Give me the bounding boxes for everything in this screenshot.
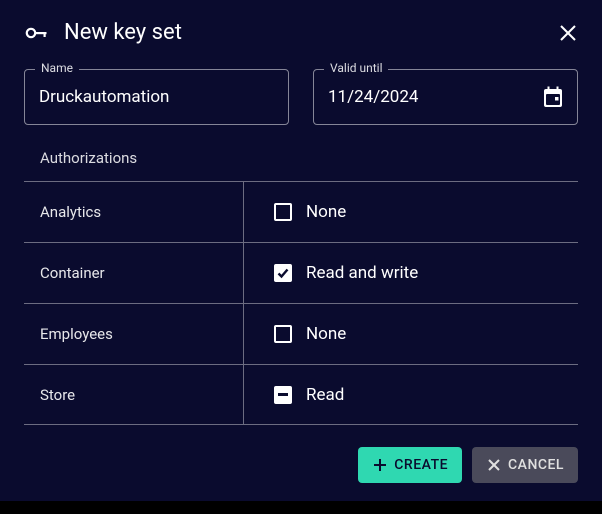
- authorizations-table: Analytics None Container Read and write …: [24, 181, 578, 425]
- permission-cell[interactable]: None: [244, 304, 578, 364]
- cancel-button-label: CANCEL: [508, 457, 564, 473]
- name-field[interactable]: [39, 87, 274, 107]
- table-row: Analytics None: [24, 181, 578, 242]
- permission-cell[interactable]: None: [244, 182, 578, 242]
- checkbox-unchecked-icon[interactable]: [274, 325, 292, 343]
- table-row: Container Read and write: [24, 242, 578, 303]
- valid-until-field-wrapper: Valid until: [313, 69, 578, 125]
- authorizations-heading: Authorizations: [0, 149, 602, 167]
- permission-label: None: [306, 324, 346, 344]
- permission-label: None: [306, 202, 346, 222]
- calendar-icon[interactable]: [543, 86, 563, 108]
- valid-until-field[interactable]: [328, 87, 543, 107]
- dialog-footer: CREATE CANCEL: [0, 425, 602, 501]
- fields-row: Name Valid until: [0, 61, 602, 149]
- name-field-label: Name: [35, 61, 79, 75]
- resource-label: Container: [24, 243, 244, 303]
- resource-label: Analytics: [24, 182, 244, 242]
- resource-label: Store: [24, 365, 244, 424]
- permission-label: Read: [306, 385, 344, 405]
- close-icon: [486, 457, 502, 473]
- checkbox-checked-icon[interactable]: [274, 264, 292, 282]
- valid-until-field-label: Valid until: [324, 61, 388, 75]
- create-button[interactable]: CREATE: [358, 447, 462, 483]
- permission-cell[interactable]: Read and write: [244, 243, 578, 303]
- checkbox-unchecked-icon[interactable]: [274, 203, 292, 221]
- table-row: Store Read: [24, 364, 578, 425]
- checkbox-indeterminate-icon[interactable]: [274, 386, 292, 404]
- close-icon[interactable]: [558, 23, 578, 43]
- name-field-wrapper: Name: [24, 69, 289, 125]
- cancel-button[interactable]: CANCEL: [472, 447, 578, 483]
- dialog-title: New key set: [64, 20, 542, 45]
- plus-icon: [372, 457, 388, 473]
- dialog-header: New key set: [0, 0, 602, 61]
- new-key-set-dialog: New key set Name Valid until: [0, 0, 602, 501]
- permission-label: Read and write: [306, 263, 418, 283]
- permission-cell[interactable]: Read: [244, 365, 578, 424]
- key-icon: [24, 21, 48, 45]
- create-button-label: CREATE: [394, 457, 448, 473]
- table-row: Employees None: [24, 303, 578, 364]
- resource-label: Employees: [24, 304, 244, 364]
